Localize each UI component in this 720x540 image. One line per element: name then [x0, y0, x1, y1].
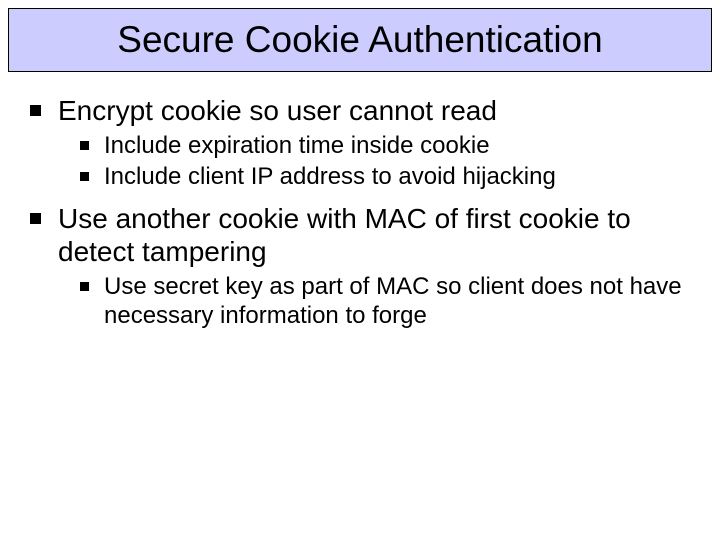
title-bar: Secure Cookie Authentication	[8, 8, 712, 72]
slide: Secure Cookie Authentication Encrypt coo…	[0, 0, 720, 540]
sub-bullet-item: Include client IP address to avoid hijac…	[80, 162, 700, 191]
sub-bullet-list: Include expiration time inside cookie In…	[58, 131, 700, 192]
bullet-list: Encrypt cookie so user cannot read Inclu…	[30, 94, 700, 330]
bullet-text: Encrypt cookie so user cannot read	[58, 95, 497, 126]
bullet-text: Use another cookie with MAC of first coo…	[58, 203, 631, 267]
slide-title: Secure Cookie Authentication	[117, 19, 602, 61]
bullet-item: Use another cookie with MAC of first coo…	[30, 202, 700, 331]
sub-bullet-text: Include expiration time inside cookie	[104, 132, 490, 159]
slide-body: Encrypt cookie so user cannot read Inclu…	[30, 94, 700, 340]
sub-bullet-list: Use secret key as part of MAC so client …	[58, 272, 700, 331]
sub-bullet-item: Include expiration time inside cookie	[80, 131, 700, 160]
bullet-item: Encrypt cookie so user cannot read Inclu…	[30, 94, 700, 192]
sub-bullet-text: Use secret key as part of MAC so client …	[104, 273, 682, 329]
sub-bullet-item: Use secret key as part of MAC so client …	[80, 272, 700, 331]
sub-bullet-text: Include client IP address to avoid hijac…	[104, 163, 556, 190]
